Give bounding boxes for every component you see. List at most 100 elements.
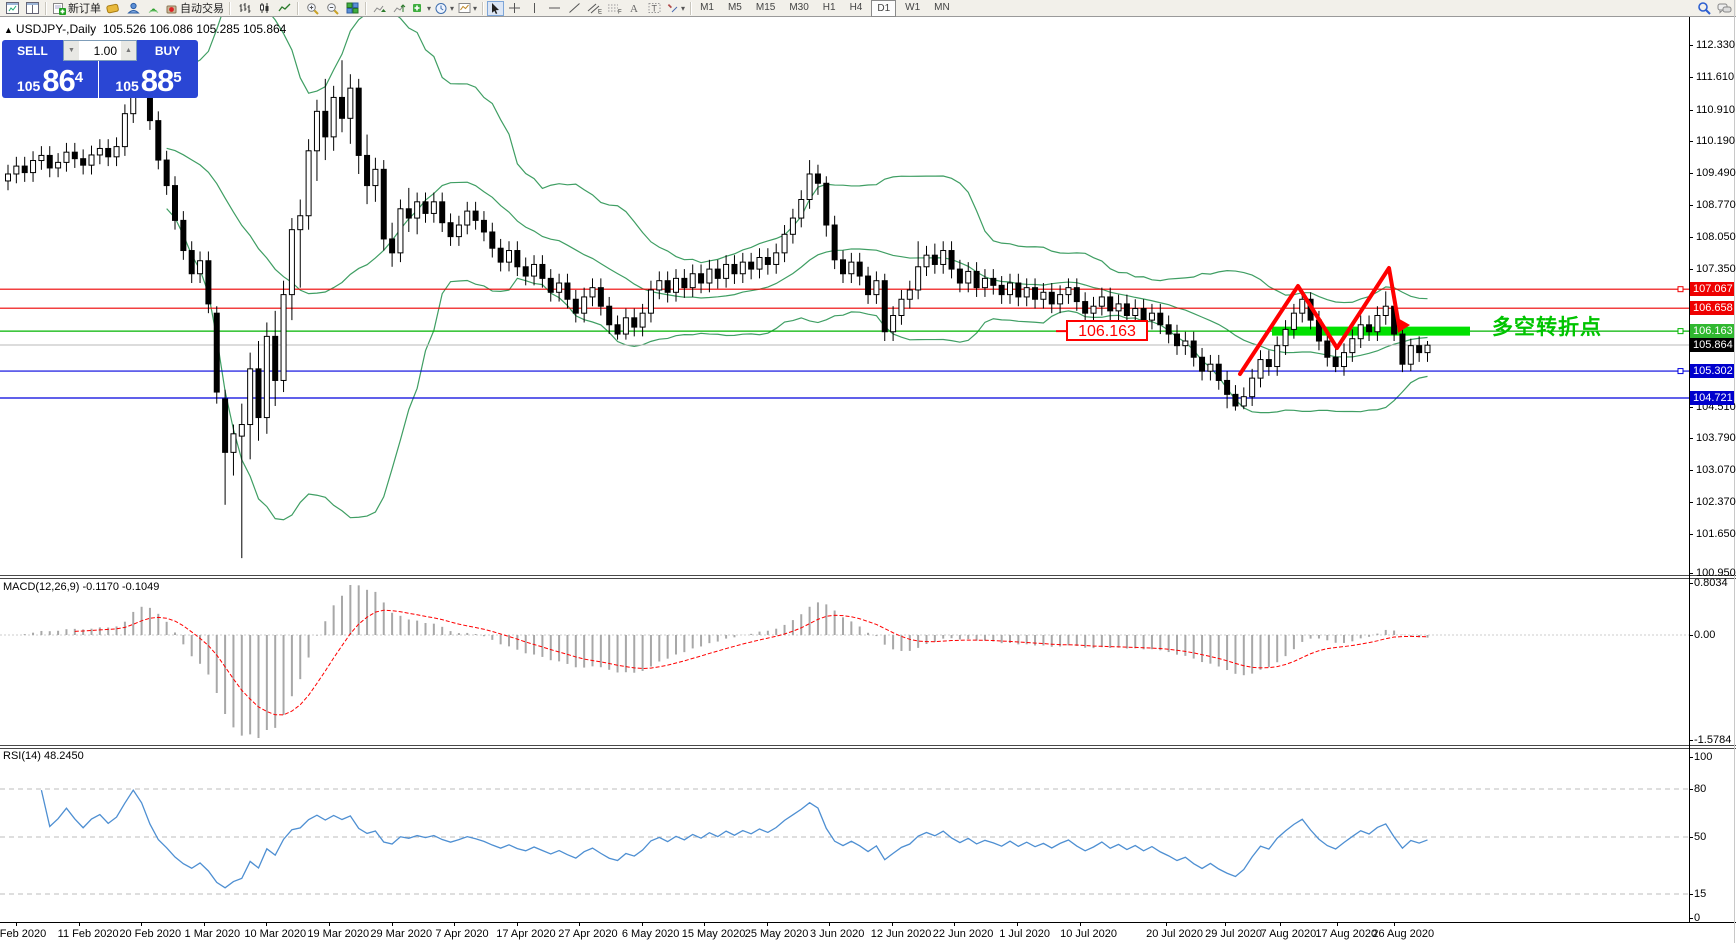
text-label-tool[interactable]: T xyxy=(644,1,664,16)
candle xyxy=(532,255,537,285)
signal-icon[interactable] xyxy=(143,1,163,16)
date-tick-dash xyxy=(704,923,705,926)
macd-tick-label: -1.5784 xyxy=(1694,734,1731,746)
volume-decrease-button[interactable]: ▼ xyxy=(64,41,79,60)
candle xyxy=(423,193,428,223)
cursor-tool[interactable] xyxy=(487,1,504,16)
volume-increase-button[interactable]: ▲ xyxy=(121,41,136,60)
candle xyxy=(314,100,319,181)
indicators-add-button[interactable]: ▾ xyxy=(410,1,433,16)
sell-price-display[interactable]: 105864 xyxy=(2,61,98,98)
line-handle[interactable] xyxy=(1678,287,1683,292)
chart-shift-icon[interactable] xyxy=(390,1,410,16)
candle xyxy=(6,165,11,191)
volume-stepper: ▼ 1.00 ▲ xyxy=(63,40,137,61)
profile-window-icon[interactable] xyxy=(22,1,42,16)
candle xyxy=(1099,288,1104,316)
candlestick-chart-icon[interactable] xyxy=(254,1,274,16)
bar-chart-icon[interactable] xyxy=(234,1,254,16)
arrows-tool[interactable]: ▾ xyxy=(664,1,687,16)
line-handle[interactable] xyxy=(1678,369,1683,374)
equidistant-channel-tool[interactable]: E xyxy=(584,1,604,16)
candle xyxy=(198,251,203,283)
volume-value[interactable]: 1.00 xyxy=(79,44,121,58)
search-icon[interactable] xyxy=(1694,1,1714,16)
date-label: 1 Jul 2020 xyxy=(999,928,1050,940)
auto-scroll-icon[interactable] xyxy=(370,1,390,16)
fibonacci-tool[interactable]: F xyxy=(604,1,624,16)
buy-price-display[interactable]: 105885 xyxy=(99,61,198,98)
candle xyxy=(448,213,453,245)
chart-window-icon[interactable] xyxy=(2,1,22,16)
line-handle[interactable] xyxy=(1678,329,1683,334)
price-tick-label: 110.190 xyxy=(1696,135,1735,147)
candle xyxy=(189,241,194,283)
candle xyxy=(874,271,879,303)
macd-pane-canvas[interactable] xyxy=(0,579,1689,745)
candle xyxy=(1275,336,1280,375)
new-order-button[interactable]: 新订单 xyxy=(50,1,103,16)
price-tick-dash xyxy=(1689,573,1693,574)
one-click-trading-panel: SELL ▼ 1.00 ▲ BUY 105864 105885 xyxy=(2,40,198,98)
rsi-tick-label: 0 xyxy=(1694,912,1700,924)
crosshair-tool[interactable] xyxy=(504,1,524,16)
rsi-pane-canvas[interactable] xyxy=(0,748,1689,922)
timeframe-button-H4[interactable]: H4 xyxy=(845,0,868,15)
candle xyxy=(264,322,269,433)
text-tool[interactable]: A xyxy=(624,1,644,16)
zoom-out-icon[interactable] xyxy=(322,1,342,16)
svg-text:A: A xyxy=(630,3,638,14)
buy-price-big: 88 xyxy=(141,66,173,96)
macd-tick-dash xyxy=(1689,583,1693,584)
toolbar: 新订单 自动交易 ▾ ▾ ▾ E F A T ▾ M1M5M1 xyxy=(0,0,1736,17)
trendline-tool[interactable] xyxy=(564,1,584,16)
date-label: 11 Feb 2020 xyxy=(58,928,119,940)
candle xyxy=(323,79,328,160)
candle xyxy=(707,260,712,292)
date-tick-dash xyxy=(392,923,393,926)
timeframe-button-MN[interactable]: MN xyxy=(929,0,955,15)
price-level-callout[interactable]: 106.163 xyxy=(1066,320,1148,341)
candle xyxy=(573,290,578,322)
buy-button[interactable]: BUY xyxy=(137,40,198,61)
timeframe-group: M1 M5 M15 M30 H1 H4D1 W1 MN xyxy=(695,0,955,17)
timeframe-button-M1[interactable]: M1 xyxy=(695,0,719,15)
templates-button[interactable]: ▾ xyxy=(456,1,479,16)
candle xyxy=(348,74,353,144)
candle xyxy=(598,278,603,315)
bollinger-band-line xyxy=(167,148,1428,357)
timeframe-button-M15[interactable]: M15 xyxy=(751,0,780,15)
price-tick-label: 111.610 xyxy=(1696,71,1734,83)
price-chart-canvas[interactable] xyxy=(0,17,1689,575)
zoom-in-icon[interactable] xyxy=(302,1,322,16)
candle xyxy=(1333,348,1338,372)
candle xyxy=(1008,274,1013,304)
periods-button[interactable]: ▾ xyxy=(433,1,456,16)
history-center-icon[interactable] xyxy=(103,1,123,16)
horizontal-line-tool[interactable] xyxy=(544,1,564,16)
timeframe-button-H1[interactable]: H1 xyxy=(818,0,841,15)
turning-point-note[interactable]: 多空转折点 xyxy=(1492,311,1602,341)
candle xyxy=(473,202,478,230)
vertical-line-tool[interactable] xyxy=(524,1,544,16)
line-chart-icon[interactable] xyxy=(274,1,294,16)
candle xyxy=(1400,329,1405,372)
chevron-down-icon: ▾ xyxy=(473,4,477,13)
tile-windows-icon[interactable] xyxy=(342,1,362,16)
sell-button[interactable]: SELL xyxy=(2,40,63,61)
date-tick-dash xyxy=(329,923,330,926)
candle xyxy=(415,193,420,235)
timeframe-button-M30[interactable]: M30 xyxy=(784,0,813,15)
chart-collapse-icon[interactable]: ▲ xyxy=(4,25,13,35)
timeframe-button-M5[interactable]: M5 xyxy=(723,0,747,15)
macd-tick-label: 0.00 xyxy=(1694,629,1715,641)
market-watch-person-icon[interactable] xyxy=(123,1,143,16)
timeframe-button-W1[interactable]: W1 xyxy=(900,0,925,15)
sell-price-big: 86 xyxy=(42,66,74,96)
timeframe-button-D1[interactable]: D1 xyxy=(871,0,896,17)
candle xyxy=(1191,332,1196,367)
chat-icon[interactable] xyxy=(1714,1,1734,16)
price-tick-dash xyxy=(1689,502,1693,503)
candle xyxy=(72,143,77,168)
auto-trading-button[interactable]: 自动交易 xyxy=(163,1,226,16)
